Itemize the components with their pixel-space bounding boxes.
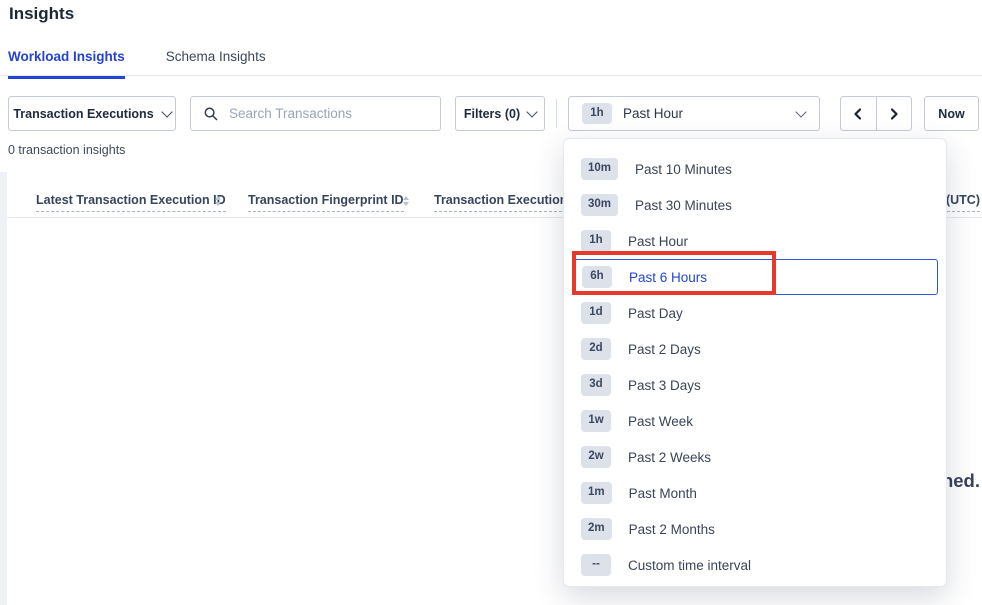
- column-header-transaction-fingerprint-id[interactable]: Transaction Fingerprint ID: [248, 193, 404, 212]
- time-option-badge: 1m: [581, 482, 612, 504]
- time-interval-select[interactable]: 1h Past Hour: [568, 96, 820, 131]
- time-interval-label: Past Hour: [623, 106, 786, 121]
- workload-type-select-label: Transaction Executions: [13, 107, 153, 121]
- tab-schema-insights[interactable]: Schema Insights: [166, 44, 266, 76]
- time-option-label: Custom time interval: [628, 558, 751, 573]
- chevron-left-icon: [852, 107, 864, 121]
- filters-button-label: Filters (0): [464, 107, 520, 121]
- search-box: [190, 96, 441, 131]
- toolbar-divider: [556, 99, 557, 128]
- now-button[interactable]: Now: [924, 96, 979, 131]
- time-option-badge: 1d: [581, 302, 611, 324]
- time-option-past-6-hours[interactable]: 6h Past 6 Hours: [572, 259, 938, 295]
- time-option-past-3-days[interactable]: 3d Past 3 Days: [564, 367, 946, 403]
- insights-page: Insights Workload Insights Schema Insigh…: [0, 0, 982, 605]
- sort-asc-arrow: [215, 196, 221, 200]
- chevron-down-icon: [526, 106, 537, 117]
- time-option-past-month[interactable]: 1m Past Month: [564, 475, 946, 511]
- time-option-past-hour[interactable]: 1h Past Hour: [564, 223, 946, 259]
- time-option-badge: 3d: [581, 374, 611, 396]
- time-option-label: Past Month: [629, 486, 697, 501]
- time-option-badge: 6h: [582, 266, 612, 288]
- time-option-past-30-minutes[interactable]: 30m Past 30 Minutes: [564, 187, 946, 223]
- sort-asc-arrow: [403, 196, 409, 200]
- search-input[interactable]: [227, 105, 430, 122]
- search-icon: [204, 107, 218, 121]
- sort-icon[interactable]: [403, 196, 409, 206]
- time-option-past-day[interactable]: 1d Past Day: [564, 295, 946, 331]
- time-option-custom-time-interval[interactable]: -- Custom time interval: [564, 547, 946, 583]
- left-gutter: [0, 172, 7, 605]
- filters-button[interactable]: Filters (0): [455, 96, 545, 131]
- time-option-badge: 10m: [581, 158, 618, 180]
- chevron-right-icon: [888, 107, 900, 121]
- time-option-label: Past 2 Days: [628, 342, 701, 357]
- next-interval-button[interactable]: [877, 97, 912, 130]
- time-interval-badge: 1h: [582, 103, 612, 125]
- sort-desc-arrow: [403, 202, 409, 206]
- tab-bar: Workload Insights Schema Insights: [0, 44, 982, 76]
- time-option-past-2-days[interactable]: 2d Past 2 Days: [564, 331, 946, 367]
- column-header-latest-transaction-execution-id[interactable]: Latest Transaction Execution ID: [36, 193, 226, 212]
- time-option-label: Past 2 Weeks: [628, 450, 711, 465]
- time-option-past-2-weeks[interactable]: 2w Past 2 Weeks: [564, 439, 946, 475]
- column-header-transaction-execution[interactable]: Transaction Execution: [434, 193, 567, 212]
- time-option-past-2-months[interactable]: 2m Past 2 Months: [564, 511, 946, 547]
- time-option-badge: 2d: [581, 338, 611, 360]
- sort-desc-arrow: [215, 202, 221, 206]
- time-option-label: Past Week: [628, 414, 693, 429]
- chevron-down-icon: [795, 106, 806, 117]
- time-option-label: Past 2 Months: [629, 522, 715, 537]
- time-option-badge: 2m: [581, 518, 612, 540]
- time-option-badge: 2w: [581, 446, 611, 468]
- time-option-label: Past 6 Hours: [629, 270, 707, 285]
- time-option-badge: 1w: [581, 410, 611, 432]
- insights-count: 0 transaction insights: [8, 143, 125, 157]
- chevron-down-icon: [161, 106, 172, 117]
- time-option-past-week[interactable]: 1w Past Week: [564, 403, 946, 439]
- now-button-label: Now: [938, 107, 964, 121]
- time-option-badge: --: [581, 554, 611, 576]
- previous-interval-button[interactable]: [841, 97, 877, 130]
- page-title: Insights: [9, 4, 74, 24]
- time-option-badge: 1h: [581, 230, 611, 252]
- time-option-label: Past 3 Days: [628, 378, 701, 393]
- time-option-past-10-minutes[interactable]: 10m Past 10 Minutes: [564, 151, 946, 187]
- time-option-badge: 30m: [581, 194, 618, 216]
- time-interval-dropdown: 10m Past 10 Minutes 30m Past 30 Minutes …: [563, 138, 947, 587]
- time-option-label: Past 30 Minutes: [635, 198, 732, 213]
- time-pager: [840, 96, 912, 131]
- time-option-label: Past 10 Minutes: [635, 162, 732, 177]
- workload-type-select[interactable]: Transaction Executions: [8, 96, 176, 131]
- tab-workload-insights[interactable]: Workload Insights: [8, 44, 125, 79]
- sort-icon[interactable]: [215, 196, 221, 206]
- time-option-label: Past Day: [628, 306, 683, 321]
- time-option-label: Past Hour: [628, 234, 688, 249]
